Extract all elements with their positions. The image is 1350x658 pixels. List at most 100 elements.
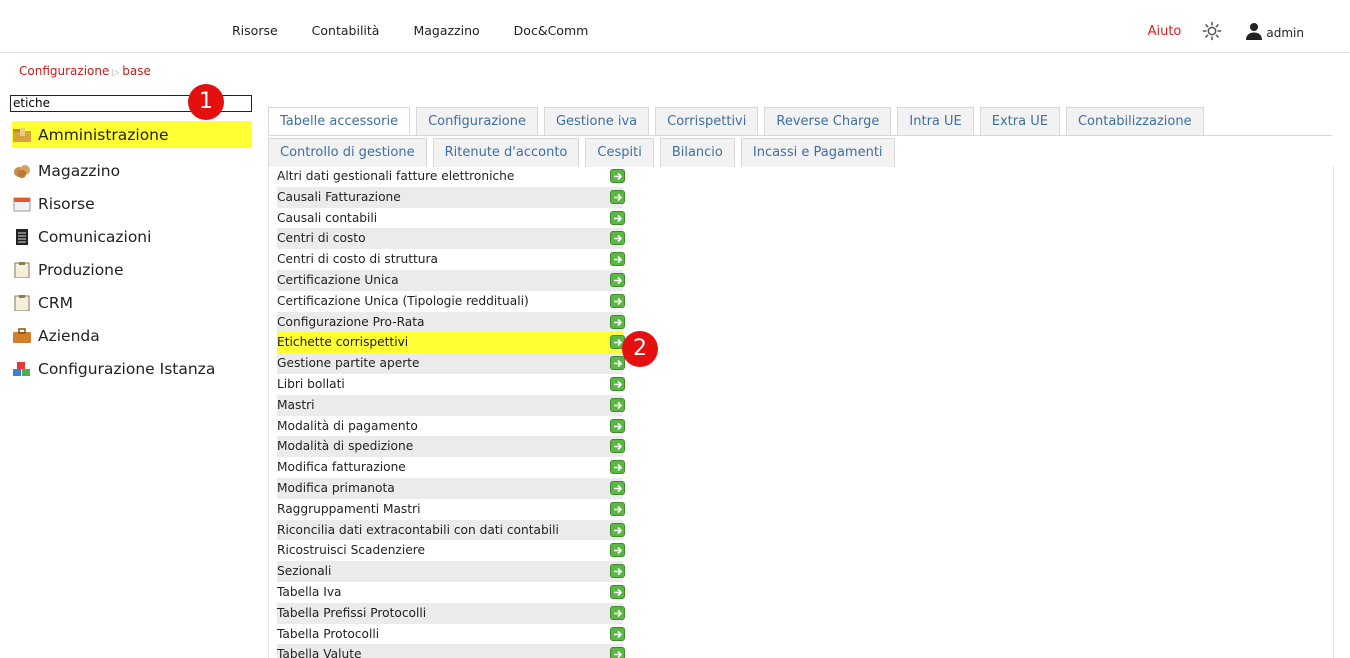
open-arrow-icon[interactable] bbox=[610, 460, 625, 475]
top-bar: Risorse Contabilità Magazzino Doc&Comm A… bbox=[0, 0, 1350, 53]
sidebar-item-label: CRM bbox=[38, 293, 73, 312]
table-row-label[interactable]: Altri dati gestionali fatture elettronic… bbox=[277, 166, 623, 187]
table-row-label[interactable]: Gestione partite aperte bbox=[277, 353, 623, 374]
user-menu[interactable]: admin bbox=[1245, 22, 1304, 40]
table-row: Tabella Valute bbox=[269, 644, 1333, 658]
table-row-label[interactable]: Configurazione Pro-Rata bbox=[277, 311, 623, 333]
table-row-label[interactable]: Certificazione Unica (Tipologie redditua… bbox=[277, 291, 623, 312]
open-arrow-icon[interactable] bbox=[610, 626, 625, 641]
sidebar-item-amministrazione[interactable]: Amministrazione bbox=[12, 121, 252, 148]
open-arrow-icon[interactable] bbox=[610, 564, 625, 579]
user-name: admin bbox=[1266, 26, 1304, 40]
table-row: Configurazione Pro-Rata bbox=[269, 311, 1333, 333]
table-row: Centri di costo bbox=[269, 228, 1333, 250]
breadcrumb-root[interactable]: Configurazione bbox=[19, 64, 109, 78]
table-row-label[interactable]: Causali Fatturazione bbox=[277, 186, 623, 208]
sidebar-item-magazzino[interactable]: Magazzino bbox=[12, 154, 252, 187]
nav-doc-comm[interactable]: Doc&Comm bbox=[514, 23, 589, 38]
table-row-label[interactable]: Modifica fatturazione bbox=[277, 457, 623, 478]
tab-content-panel: Altri dati gestionali fatture elettronic… bbox=[268, 166, 1334, 658]
sidebar-item-label: Configurazione Istanza bbox=[38, 359, 216, 378]
table-row-label[interactable]: Etichette corrispettivi bbox=[277, 332, 623, 354]
table-row-label[interactable]: Modalità di pagamento bbox=[277, 416, 623, 437]
table-row: Gestione partite aperte bbox=[269, 353, 1333, 374]
table-row-label[interactable]: Certificazione Unica bbox=[277, 269, 623, 291]
tab-controllo-di-gestione[interactable]: Controllo di gestione bbox=[268, 138, 427, 167]
table-row-label[interactable]: Centri di costo bbox=[277, 228, 623, 250]
open-arrow-icon[interactable] bbox=[610, 252, 625, 267]
table-row: Causali Fatturazione bbox=[269, 186, 1333, 208]
table-row-label[interactable]: Centri di costo di struttura bbox=[277, 249, 623, 270]
tab-tabelle-accessorie[interactable]: Tabelle accessorie bbox=[268, 107, 411, 136]
open-arrow-icon[interactable] bbox=[610, 584, 625, 599]
calendar-icon bbox=[13, 197, 31, 211]
tab-incassi-e-pagamenti[interactable]: Incassi e Pagamenti bbox=[740, 138, 895, 167]
table-row-label[interactable]: Modifica primanota bbox=[277, 477, 623, 499]
open-arrow-icon[interactable] bbox=[610, 231, 625, 246]
open-arrow-icon[interactable] bbox=[610, 314, 625, 329]
sidebar-item-label: Amministrazione bbox=[38, 125, 169, 144]
sidebar-item-azienda[interactable]: Azienda bbox=[12, 319, 252, 352]
sidebar-item-comunicazioni[interactable]: Comunicazioni bbox=[12, 220, 252, 253]
breadcrumb-current[interactable]: base bbox=[122, 64, 151, 78]
sidebar-item-crm[interactable]: CRM bbox=[12, 286, 252, 319]
sidebar-item-produzione[interactable]: Produzione bbox=[12, 253, 252, 286]
table-row: Tabella Prefissi Protocolli bbox=[269, 602, 1333, 624]
table-row-label[interactable]: Riconcilia dati extracontabili con dati … bbox=[277, 519, 623, 541]
nav-risorse[interactable]: Risorse bbox=[232, 23, 278, 38]
table-row-label[interactable]: Libri bollati bbox=[277, 374, 623, 395]
table-row-label[interactable]: Raggruppamenti Mastri bbox=[277, 499, 623, 520]
table-row-label[interactable]: Tabella Prefissi Protocolli bbox=[277, 602, 623, 624]
open-arrow-icon[interactable] bbox=[610, 501, 625, 516]
open-arrow-icon[interactable] bbox=[610, 397, 625, 412]
breadcrumb: Configurazione ▷ base bbox=[19, 64, 151, 78]
table-row: Raggruppamenti Mastri bbox=[269, 499, 1333, 520]
table-row-label[interactable]: Tabella Valute bbox=[277, 644, 623, 658]
sidebar-item-risorse[interactable]: Risorse bbox=[12, 187, 252, 220]
open-arrow-icon[interactable] bbox=[610, 169, 625, 183]
tab-configurazione[interactable]: Configurazione bbox=[416, 107, 538, 136]
table-row-label[interactable]: Tabella Protocolli bbox=[277, 624, 623, 645]
tab-reverse-charge[interactable]: Reverse Charge bbox=[764, 107, 892, 136]
tab-bilancio[interactable]: Bilancio bbox=[659, 138, 735, 167]
gear-icon[interactable] bbox=[1201, 20, 1223, 42]
open-arrow-icon[interactable] bbox=[610, 605, 625, 620]
open-arrow-icon[interactable] bbox=[610, 293, 625, 308]
accessory-tables-list: Altri dati gestionali fatture elettronic… bbox=[269, 166, 1333, 658]
open-arrow-icon[interactable] bbox=[610, 480, 625, 495]
open-arrow-icon[interactable] bbox=[610, 210, 625, 225]
help-link[interactable]: Aiuto bbox=[1148, 24, 1182, 39]
tab-intra-ue[interactable]: Intra UE bbox=[897, 107, 974, 136]
open-arrow-icon[interactable] bbox=[610, 522, 625, 537]
tab-gestione-iva[interactable]: Gestione iva bbox=[543, 107, 650, 136]
table-row: Tabella Iva bbox=[269, 582, 1333, 603]
table-row: Causali contabili bbox=[269, 208, 1333, 229]
tab-corrispettivi[interactable]: Corrispettivi bbox=[655, 107, 759, 136]
sidebar-item-label: Comunicazioni bbox=[38, 227, 152, 246]
tab-extra-ue[interactable]: Extra UE bbox=[979, 107, 1060, 136]
table-row: Riconcilia dati extracontabili con dati … bbox=[269, 519, 1333, 541]
table-row-label[interactable]: Tabella Iva bbox=[277, 582, 623, 603]
table-row-label[interactable]: Ricostruisci Scadenziere bbox=[277, 540, 623, 561]
sidebar-item-label: Azienda bbox=[38, 326, 100, 345]
table-row-label[interactable]: Causali contabili bbox=[277, 208, 623, 229]
open-arrow-icon[interactable] bbox=[610, 418, 625, 433]
open-arrow-icon[interactable] bbox=[610, 543, 625, 558]
open-arrow-icon[interactable] bbox=[610, 356, 625, 371]
open-arrow-icon[interactable] bbox=[610, 439, 625, 454]
tab-contabilizzazione[interactable]: Contabilizzazione bbox=[1065, 107, 1204, 136]
open-arrow-icon[interactable] bbox=[610, 647, 625, 658]
tab-ritenute-d-acconto[interactable]: Ritenute d'acconto bbox=[432, 138, 580, 167]
table-row-label[interactable]: Modalità di spedizione bbox=[277, 436, 623, 458]
open-arrow-icon[interactable] bbox=[610, 376, 625, 391]
table-row-label[interactable]: Mastri bbox=[277, 394, 623, 416]
sidebar-item-configurazione-istanza[interactable]: Configurazione Istanza bbox=[12, 352, 252, 385]
nav-contabilita[interactable]: Contabilità bbox=[312, 23, 380, 38]
open-arrow-icon[interactable] bbox=[610, 272, 625, 287]
user-icon bbox=[1246, 23, 1263, 40]
open-arrow-icon[interactable] bbox=[610, 189, 625, 204]
table-row-label[interactable]: Sezionali bbox=[277, 561, 623, 582]
nav-magazzino[interactable]: Magazzino bbox=[413, 23, 479, 38]
boxes-icon bbox=[14, 164, 30, 178]
tab-cespiti[interactable]: Cespiti bbox=[585, 138, 654, 167]
